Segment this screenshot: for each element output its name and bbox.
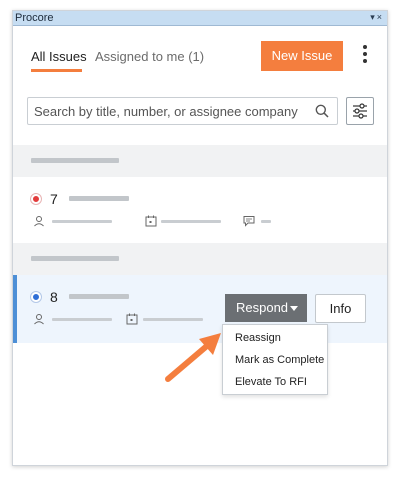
menu-item-elevate-to-rfi[interactable]: Elevate To RFI	[235, 376, 307, 388]
group-title-placeholder	[31, 158, 119, 163]
issue-number: 7	[50, 191, 58, 207]
window-titlebar: Procore ▾×	[13, 11, 387, 26]
filter-button[interactable]	[346, 97, 374, 125]
tab-all-issues[interactable]: All Issues	[31, 49, 87, 64]
due-date-placeholder	[161, 220, 221, 223]
menu-item-reassign[interactable]: Reassign	[235, 332, 281, 344]
status-dot-open	[31, 194, 41, 204]
filter-sliders-icon	[353, 103, 367, 119]
issue-title-placeholder	[69, 196, 129, 201]
menu-item-mark-as-complete[interactable]: Mark as Complete	[235, 354, 324, 366]
selection-indicator	[13, 275, 17, 343]
group-header	[13, 145, 387, 177]
status-dot-ready-for-review	[31, 292, 41, 302]
respond-button[interactable]: Respond	[225, 294, 307, 322]
procore-window: Procore ▾× All Issues Assigned to me (1)…	[12, 10, 388, 466]
group-title-placeholder	[31, 256, 119, 261]
comment-icon	[243, 216, 255, 227]
issue-number: 8	[50, 289, 58, 305]
person-icon	[34, 314, 44, 325]
chevron-down-icon	[290, 306, 298, 311]
due-date-placeholder	[143, 318, 203, 321]
respond-dropdown-menu: Reassign Mark as Complete Elevate To RFI	[222, 324, 328, 395]
group-header	[13, 243, 387, 275]
issue-title-placeholder	[69, 294, 129, 299]
tab-assigned-to-me[interactable]: Assigned to me (1)	[95, 49, 204, 64]
calendar-icon	[126, 313, 138, 325]
pointer-arrow-icon	[165, 333, 221, 382]
calendar-icon	[145, 215, 157, 227]
search-input[interactable]	[34, 98, 304, 124]
search-box	[27, 97, 338, 125]
assignee-placeholder	[52, 220, 112, 223]
active-tab-indicator	[31, 69, 82, 72]
respond-label: Respond	[236, 300, 289, 315]
person-icon	[34, 216, 44, 227]
info-button[interactable]: Info	[315, 294, 366, 323]
more-options-icon[interactable]	[361, 45, 369, 65]
window-controls[interactable]: ▾×	[370, 12, 384, 23]
search-icon[interactable]	[315, 104, 329, 118]
comment-count-placeholder	[261, 220, 271, 223]
window-title: Procore	[15, 12, 54, 24]
assignee-placeholder	[52, 318, 112, 321]
new-issue-button[interactable]: New Issue	[261, 41, 343, 71]
issue-row[interactable]: 7	[13, 177, 387, 243]
